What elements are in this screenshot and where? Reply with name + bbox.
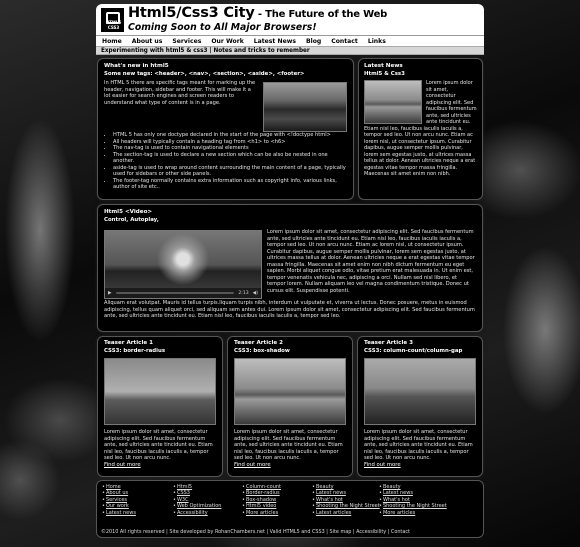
teaser-title: Teaser Article 2 — [234, 340, 284, 346]
whats-new-list: HTML 5 has only one doctype declared in … — [104, 132, 347, 191]
teaser-photo — [364, 358, 476, 425]
site-subtitle: Coming Soon to All Major Browsers! — [128, 22, 317, 33]
latest-news-section: Latest News Html5 & Css3 Lorem ipsum dol… — [358, 58, 483, 200]
whats-new-subtitle: Some new tags: <header>, <nav>, <section… — [104, 70, 305, 77]
teaser-title: Teaser Article 1 — [104, 340, 154, 346]
html5-logo[interactable]: HTML5 CSS3 — [101, 8, 124, 32]
list-item: HTML 5 has only one doctype declared in … — [113, 132, 347, 139]
road-photo — [263, 82, 347, 132]
latest-news-title: Latest News — [364, 63, 403, 69]
teaser-photo — [234, 358, 346, 425]
list-item: aside-tag is used to wrap around content… — [113, 165, 347, 178]
footer-link[interactable]: Html5 video — [242, 503, 281, 509]
footer-column-4: Beauty Latest news What's hot Shooting t… — [312, 484, 380, 516]
sea-photo — [364, 80, 422, 124]
teaser-subtitle: CSS3: border-radius — [104, 347, 166, 354]
video-progress-bar[interactable] — [115, 292, 235, 294]
teaser-title: Teaser Article 3 — [364, 340, 414, 346]
footer-link[interactable]: Latest news — [102, 510, 136, 516]
teaser-photo — [104, 358, 216, 425]
footer-link[interactable]: Border-radius — [242, 490, 281, 496]
teaser-subtitle: CSS3: column-count/column-gap — [364, 347, 463, 354]
nav-blog[interactable]: Blog — [306, 38, 321, 45]
video-player[interactable]: ▶ 2:13 ◀) — [104, 230, 262, 299]
video-section: Html5 <Video> Control, Autoplay, ▶ 2:13 … — [97, 204, 483, 332]
video-text-continued: Aliquam erat volutpat. Mauris id tellus … — [104, 300, 475, 319]
nav-home[interactable]: Home — [102, 38, 122, 45]
tagline-bar: Experimenting with html5 & css3 | Notes … — [96, 46, 484, 55]
nav-services[interactable]: Services — [172, 38, 201, 45]
video-title: Html5 <Video> — [104, 209, 153, 215]
site-header: HTML5 CSS3 Html5/Css3 City - The Future … — [96, 4, 484, 35]
site-title-suffix: - The Future of the Web — [254, 9, 388, 20]
footer-link[interactable]: Web Optimization — [173, 503, 221, 509]
copyright-text: ©2010 All rights reserved | Site develop… — [101, 529, 410, 535]
list-item: The footer-tag normally contains extra i… — [113, 178, 347, 191]
teaser-article-2: Teaser Article 2 CSS3: box-shadow Lorem … — [227, 336, 353, 477]
find-out-more-link[interactable]: Find out more — [364, 462, 476, 469]
site-footer: Home About us Services Our work Latest n… — [96, 480, 484, 538]
nav-about-us[interactable]: About us — [132, 38, 163, 45]
nav-our-work[interactable]: Our Work — [211, 38, 243, 45]
nav-links[interactable]: Links — [368, 38, 386, 45]
find-out-more-link[interactable]: Find out more — [104, 462, 216, 469]
footer-link[interactable]: Accessibility — [173, 510, 221, 516]
footer-column-1: Home About us Services Our work Latest n… — [102, 484, 136, 516]
site-title: Html5/Css3 City - The Future of the Web — [128, 5, 388, 21]
teaser-text: Lorem ipsum dolor sit amet, consectetur … — [234, 429, 343, 461]
whats-new-section: What's new in html5 Some new tags: <head… — [97, 58, 354, 200]
teaser-article-1: Teaser Article 1 CSS3: border-radius Lor… — [97, 336, 223, 477]
teaser-text: Lorem ipsum dolor sit amet, consectetur … — [364, 429, 473, 461]
video-time: 2:13 — [238, 290, 249, 296]
footer-column-2: Html5 CSS3 W3C Web Optimization Accessib… — [173, 484, 221, 516]
video-text: Lorem ipsum dolor sit amet, consectetur … — [267, 229, 475, 294]
footer-link[interactable]: Latest articles — [312, 510, 380, 516]
volume-icon[interactable]: ◀) — [253, 291, 258, 296]
play-icon[interactable]: ▶ — [108, 291, 112, 296]
nav-latest-news[interactable]: Latest News — [254, 38, 296, 45]
footer-link[interactable]: Shooting the Night Street — [379, 503, 447, 509]
whats-new-intro: In HTML 5 there are specific tags meant … — [104, 80, 256, 106]
list-item: The section-tag is used to declare a new… — [113, 152, 347, 165]
video-controls: ▶ 2:13 ◀) — [105, 288, 261, 298]
teaser-article-3: Teaser Article 3 CSS3: column-count/colu… — [357, 336, 483, 477]
page-wrapper: HTML5 CSS3 Html5/Css3 City - The Future … — [96, 4, 484, 55]
footer-link[interactable]: More articles — [242, 510, 281, 516]
footer-link[interactable]: More articles — [379, 510, 447, 516]
video-subtitle: Control, Autoplay, — [104, 216, 159, 223]
footer-link[interactable]: Shooting the Night Street — [312, 503, 380, 509]
footer-column-5: Beauty Latest news What's hot Shooting t… — [379, 484, 447, 516]
footer-column-3: Column-count Border-radius Box-shadow Ht… — [242, 484, 281, 516]
nav-contact[interactable]: Contact — [331, 38, 358, 45]
whats-new-title: What's new in html5 — [104, 63, 169, 69]
find-out-more-link[interactable]: Find out more — [234, 462, 346, 469]
latest-news-subtitle: Html5 & Css3 — [364, 70, 405, 77]
main-nav: Home About us Services Our Work Latest N… — [96, 35, 484, 46]
teaser-text: Lorem ipsum dolor sit amet, consectetur … — [104, 429, 213, 461]
teaser-subtitle: CSS3: box-shadow — [234, 347, 290, 354]
